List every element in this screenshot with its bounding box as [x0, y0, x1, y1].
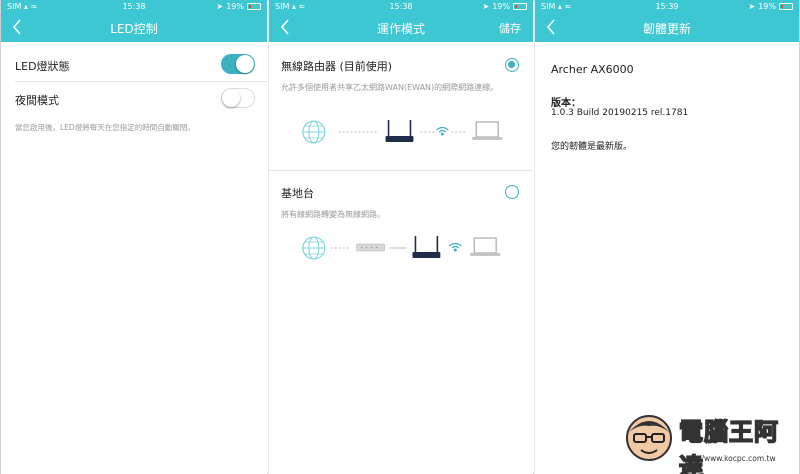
- laptop-icon: [472, 121, 503, 140]
- battery-icon: [513, 3, 527, 10]
- toggle-knob: [236, 55, 254, 73]
- globe-icon: [302, 236, 326, 260]
- router-mode-desc: 允許多個使用者共享乙太網路WAN(EWAN)的網際網路連線。: [281, 83, 499, 92]
- led-status-row: LED燈狀態: [1, 48, 267, 82]
- nav-bar: LED控制: [1, 16, 267, 40]
- status-bar: SIM ▴ ≈ 15:38 ➤ 19%: [1, 2, 267, 14]
- wifi-icon: [435, 126, 449, 136]
- operation-mode-screen: SIM ▴ ≈ 15:38 ➤ 19% 運作模式 儲存 無線路由器 (目前使用)…: [268, 0, 533, 474]
- save-button[interactable]: 儲存: [499, 20, 521, 36]
- radio-selected-dot: [508, 61, 515, 68]
- router-icon: [385, 120, 414, 142]
- battery-indicator: ➤ 19%: [483, 2, 527, 11]
- switch-icon: [356, 243, 385, 252]
- battery-indicator: ➤ 19%: [217, 2, 261, 11]
- watermark: 電腦王阿達 http://www.kocpc.com.tw: [619, 408, 794, 474]
- ap-mode-title: 基地台: [281, 187, 314, 200]
- header-bar: SIM ▴ ≈ 15:38 ➤ 19% 運作模式 儲存: [269, 0, 533, 42]
- battery-percent: 19%: [758, 2, 776, 11]
- version-label: 版本：: [551, 98, 581, 109]
- location-icon: ➤: [748, 2, 756, 11]
- header-bar: SIM ▴ ≈ 15:38 ➤ 19% LED控制: [1, 0, 267, 42]
- ap-mode-radio[interactable]: [505, 185, 519, 199]
- toggle-knob: [222, 89, 240, 107]
- ap-mode-diagram: [302, 236, 501, 260]
- battery-percent: 19%: [226, 2, 244, 11]
- page-title: LED控制: [110, 22, 158, 36]
- nav-bar: 運作模式 儲存: [269, 16, 533, 40]
- firmware-version: 1.0.3 Build 20190215 rel.1781: [551, 108, 689, 118]
- led-control-screen: SIM ▴ ≈ 15:38 ➤ 19% LED控制 LED燈狀態 夜間模式 當您…: [1, 0, 267, 474]
- watermark-url: http://www.kocpc.com.tw: [681, 454, 776, 463]
- led-note: 當您啟用後，LED燈將每天在您指定的時間自動關閉。: [15, 123, 195, 132]
- led-status-label: LED燈狀態: [15, 60, 70, 73]
- battery-percent: 19%: [492, 2, 510, 11]
- night-mode-row: 夜間模式: [1, 82, 267, 116]
- section-divider: [269, 170, 533, 171]
- page-title: 韌體更新: [642, 22, 691, 36]
- status-bar: SIM ▴ ≈ 15:38 ➤ 19%: [269, 2, 533, 14]
- laptop-icon: [470, 237, 501, 256]
- header-bar: SIM ▴ ≈ 15:39 ➤ 19% 韌體更新: [535, 0, 799, 42]
- status-bar: SIM ▴ ≈ 15:39 ➤ 19%: [535, 2, 799, 14]
- router-mode-radio[interactable]: [505, 58, 519, 72]
- mascot-logo-icon: [626, 415, 672, 461]
- device-model: Archer AX6000: [551, 63, 634, 76]
- wifi-icon: [448, 242, 462, 252]
- router-icon: [412, 236, 441, 258]
- battery-icon: [247, 3, 261, 10]
- nav-bar: 韌體更新: [535, 16, 799, 40]
- router-mode-diagram: [302, 120, 503, 144]
- night-mode-toggle[interactable]: [221, 88, 255, 108]
- router-mode-title: 無線路由器 (目前使用): [281, 60, 393, 73]
- globe-icon: [302, 120, 326, 144]
- night-mode-label: 夜間模式: [15, 94, 59, 107]
- ap-mode-desc: 將有線網路轉變為無線網路。: [281, 210, 385, 219]
- firmware-update-screen: SIM ▴ ≈ 15:39 ➤ 19% 韌體更新 Archer AX6000 版…: [534, 0, 799, 474]
- watermark-brand: 電腦王阿達: [678, 417, 779, 474]
- battery-icon: [779, 3, 793, 10]
- led-status-toggle[interactable]: [221, 54, 255, 74]
- location-icon: ➤: [216, 2, 224, 11]
- location-icon: ➤: [482, 2, 490, 11]
- battery-indicator: ➤ 19%: [749, 2, 793, 11]
- firmware-status: 您的韌體是最新版。: [551, 142, 633, 152]
- page-title: 運作模式: [376, 22, 425, 36]
